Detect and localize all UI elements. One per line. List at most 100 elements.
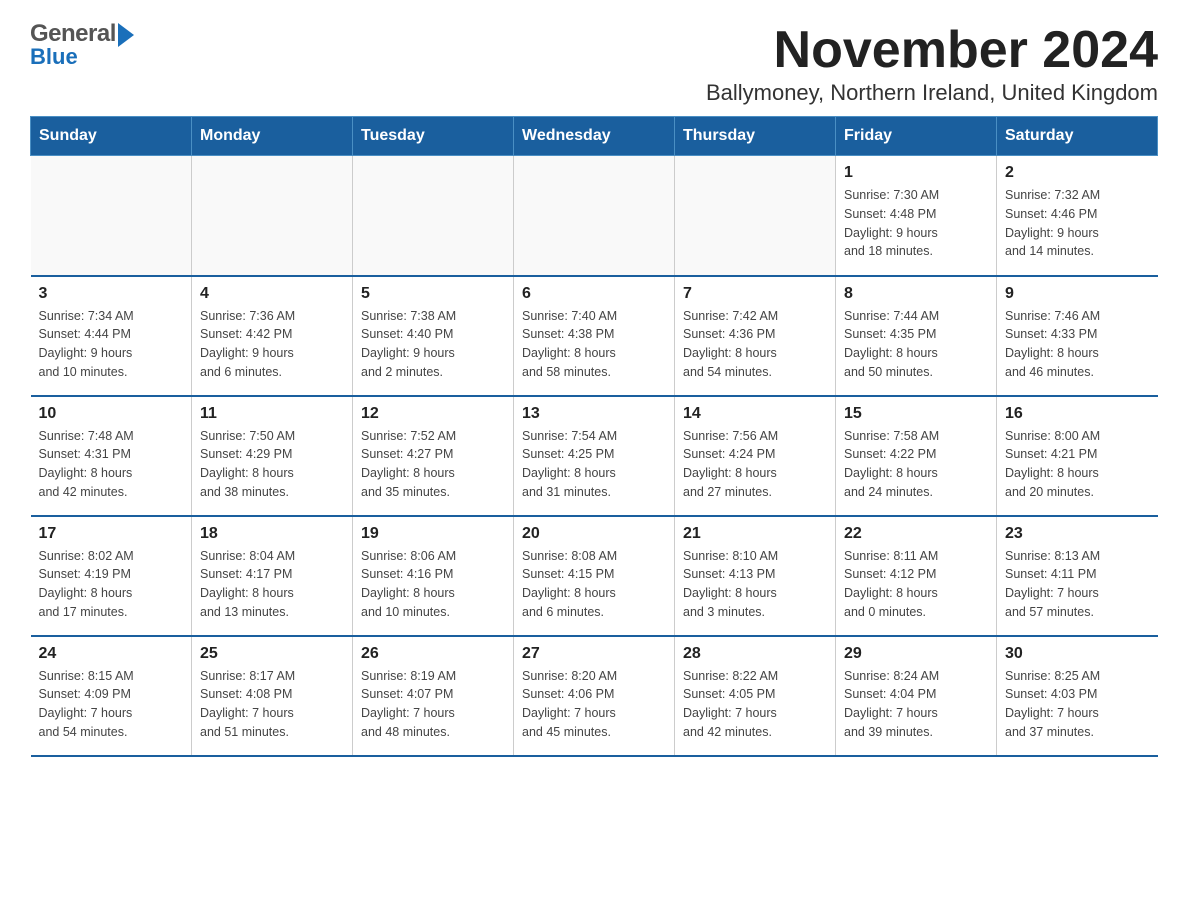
day-number: 12 xyxy=(361,405,505,423)
calendar-cell: 28Sunrise: 8:22 AMSunset: 4:05 PMDayligh… xyxy=(675,636,836,756)
calendar-cell: 21 Sunrise: 8:10 AMSunset: 4:13 PMDayligh… xyxy=(675,516,836,636)
calendar-cell xyxy=(192,156,353,276)
day-number: 29 xyxy=(844,645,988,663)
header-friday: Friday xyxy=(836,117,997,156)
header-wednesday: Wednesday xyxy=(514,117,675,156)
day-number: 17 xyxy=(39,525,184,543)
day-number: 26 xyxy=(361,645,505,663)
page-title: November 2024 xyxy=(706,20,1158,80)
day-info: Sunrise: 7:42 AMSunset: 4:36 PMDaylight:… xyxy=(683,307,827,382)
calendar-cell: 5 Sunrise: 7:38 AMSunset: 4:40 PMDaylight… xyxy=(353,276,514,396)
day-info: Sunrise: 8:08 AMSunset: 4:15 PMDaylight:… xyxy=(522,547,666,622)
day-info: Sunrise: 8:24 AMSunset: 4:04 PMDaylight:… xyxy=(844,667,988,742)
day-info: Sunrise: 7:54 AMSunset: 4:25 PMDaylight:… xyxy=(522,427,666,502)
day-number: 7 xyxy=(683,285,827,303)
calendar-cell: 25 Sunrise: 8:17 AMSunset: 4:08 PMDayligh… xyxy=(192,636,353,756)
calendar-cell: 2 Sunrise: 7:32 AMSunset: 4:46 PMDaylight… xyxy=(997,156,1158,276)
calendar-cell: 6 Sunrise: 7:40 AMSunset: 4:38 PMDaylight… xyxy=(514,276,675,396)
day-info: Sunrise: 7:30 AMSunset: 4:48 PMDaylight:… xyxy=(844,186,988,261)
week-row-4: 17 Sunrise: 8:02 AMSunset: 4:19 PMDayligh… xyxy=(31,516,1158,636)
calendar-cell: 8 Sunrise: 7:44 AMSunset: 4:35 PMDaylight… xyxy=(836,276,997,396)
calendar-table: SundayMondayTuesdayWednesdayThursdayFrid… xyxy=(30,116,1158,757)
day-number: 8 xyxy=(844,285,988,303)
day-number: 21 xyxy=(683,525,827,543)
day-info: Sunrise: 8:10 AMSunset: 4:13 PMDaylight:… xyxy=(683,547,827,622)
page-header: General Blue November 2024 Ballymoney, N… xyxy=(30,20,1158,106)
day-info: Sunrise: 7:44 AMSunset: 4:35 PMDaylight:… xyxy=(844,307,988,382)
day-info: Sunrise: 8:00 AMSunset: 4:21 PMDaylight:… xyxy=(1005,427,1150,502)
header-monday: Monday xyxy=(192,117,353,156)
day-number: 11 xyxy=(200,405,344,423)
day-info: Sunrise: 7:38 AMSunset: 4:40 PMDaylight:… xyxy=(361,307,505,382)
calendar-cell: 16 Sunrise: 8:00 AMSunset: 4:21 PMDayligh… xyxy=(997,396,1158,516)
week-row-3: 10 Sunrise: 7:48 AMSunset: 4:31 PMDayligh… xyxy=(31,396,1158,516)
day-number: 24 xyxy=(39,645,184,663)
page-subtitle: Ballymoney, Northern Ireland, United Kin… xyxy=(706,80,1158,106)
calendar-cell: 29 Sunrise: 8:24 AMSunset: 4:04 PMDayligh… xyxy=(836,636,997,756)
logo: General Blue xyxy=(30,20,134,70)
week-row-1: 1 Sunrise: 7:30 AMSunset: 4:48 PMDaylight… xyxy=(31,156,1158,276)
day-number: 18 xyxy=(200,525,344,543)
calendar-cell: 9Sunrise: 7:46 AMSunset: 4:33 PMDaylight… xyxy=(997,276,1158,396)
day-info: Sunrise: 8:04 AMSunset: 4:17 PMDaylight:… xyxy=(200,547,344,622)
day-info: Sunrise: 8:02 AMSunset: 4:19 PMDaylight:… xyxy=(39,547,184,622)
calendar-cell: 20 Sunrise: 8:08 AMSunset: 4:15 PMDayligh… xyxy=(514,516,675,636)
logo-arrow-icon xyxy=(118,23,134,47)
calendar-cell: 14 Sunrise: 7:56 AMSunset: 4:24 PMDayligh… xyxy=(675,396,836,516)
calendar-cell: 17 Sunrise: 8:02 AMSunset: 4:19 PMDayligh… xyxy=(31,516,192,636)
day-number: 30 xyxy=(1005,645,1150,663)
calendar-cell: 30 Sunrise: 8:25 AMSunset: 4:03 PMDayligh… xyxy=(997,636,1158,756)
calendar-cell: 4 Sunrise: 7:36 AMSunset: 4:42 PMDaylight… xyxy=(192,276,353,396)
calendar-cell: 15 Sunrise: 7:58 AMSunset: 4:22 PMDayligh… xyxy=(836,396,997,516)
day-info: Sunrise: 8:13 AMSunset: 4:11 PMDaylight:… xyxy=(1005,547,1150,622)
calendar-cell: 27Sunrise: 8:20 AMSunset: 4:06 PMDayligh… xyxy=(514,636,675,756)
week-row-2: 3Sunrise: 7:34 AMSunset: 4:44 PMDaylight… xyxy=(31,276,1158,396)
day-info: Sunrise: 7:50 AMSunset: 4:29 PMDaylight:… xyxy=(200,427,344,502)
day-info: Sunrise: 7:52 AMSunset: 4:27 PMDaylight:… xyxy=(361,427,505,502)
calendar-cell: 18 Sunrise: 8:04 AMSunset: 4:17 PMDayligh… xyxy=(192,516,353,636)
day-number: 4 xyxy=(200,285,344,303)
day-number: 23 xyxy=(1005,525,1150,543)
day-info: Sunrise: 8:25 AMSunset: 4:03 PMDaylight:… xyxy=(1005,667,1150,742)
day-info: Sunrise: 7:56 AMSunset: 4:24 PMDaylight:… xyxy=(683,427,827,502)
day-number: 6 xyxy=(522,285,666,303)
day-info: Sunrise: 8:22 AMSunset: 4:05 PMDaylight:… xyxy=(683,667,827,742)
header-thursday: Thursday xyxy=(675,117,836,156)
day-info: Sunrise: 8:11 AMSunset: 4:12 PMDaylight:… xyxy=(844,547,988,622)
week-row-5: 24 Sunrise: 8:15 AMSunset: 4:09 PMDayligh… xyxy=(31,636,1158,756)
calendar-cell: 26 Sunrise: 8:19 AMSunset: 4:07 PMDayligh… xyxy=(353,636,514,756)
calendar-cell: 22 Sunrise: 8:11 AMSunset: 4:12 PMDayligh… xyxy=(836,516,997,636)
day-number: 25 xyxy=(200,645,344,663)
calendar-cell xyxy=(675,156,836,276)
day-info: Sunrise: 7:32 AMSunset: 4:46 PMDaylight:… xyxy=(1005,186,1150,261)
day-info: Sunrise: 8:19 AMSunset: 4:07 PMDaylight:… xyxy=(361,667,505,742)
day-number: 1 xyxy=(844,164,988,182)
day-number: 2 xyxy=(1005,164,1150,182)
day-info: Sunrise: 8:17 AMSunset: 4:08 PMDaylight:… xyxy=(200,667,344,742)
day-number: 27 xyxy=(522,645,666,663)
calendar-cell: 12 Sunrise: 7:52 AMSunset: 4:27 PMDayligh… xyxy=(353,396,514,516)
title-area: November 2024 Ballymoney, Northern Irela… xyxy=(706,20,1158,106)
day-number: 10 xyxy=(39,405,184,423)
day-info: Sunrise: 7:36 AMSunset: 4:42 PMDaylight:… xyxy=(200,307,344,382)
calendar-cell: 19Sunrise: 8:06 AMSunset: 4:16 PMDayligh… xyxy=(353,516,514,636)
day-info: Sunrise: 7:58 AMSunset: 4:22 PMDaylight:… xyxy=(844,427,988,502)
day-number: 20 xyxy=(522,525,666,543)
header-saturday: Saturday xyxy=(997,117,1158,156)
day-number: 19 xyxy=(361,525,505,543)
calendar-cell xyxy=(31,156,192,276)
day-number: 5 xyxy=(361,285,505,303)
calendar-cell: 23 Sunrise: 8:13 AMSunset: 4:11 PMDayligh… xyxy=(997,516,1158,636)
calendar-cell xyxy=(353,156,514,276)
day-info: Sunrise: 7:40 AMSunset: 4:38 PMDaylight:… xyxy=(522,307,666,382)
day-number: 16 xyxy=(1005,405,1150,423)
calendar-cell: 1 Sunrise: 7:30 AMSunset: 4:48 PMDaylight… xyxy=(836,156,997,276)
day-info: Sunrise: 8:15 AMSunset: 4:09 PMDaylight:… xyxy=(39,667,184,742)
calendar-cell: 13 Sunrise: 7:54 AMSunset: 4:25 PMDayligh… xyxy=(514,396,675,516)
header-sunday: Sunday xyxy=(31,117,192,156)
day-number: 15 xyxy=(844,405,988,423)
day-number: 22 xyxy=(844,525,988,543)
day-number: 14 xyxy=(683,405,827,423)
day-info: Sunrise: 7:48 AMSunset: 4:31 PMDaylight:… xyxy=(39,427,184,502)
day-number: 13 xyxy=(522,405,666,423)
